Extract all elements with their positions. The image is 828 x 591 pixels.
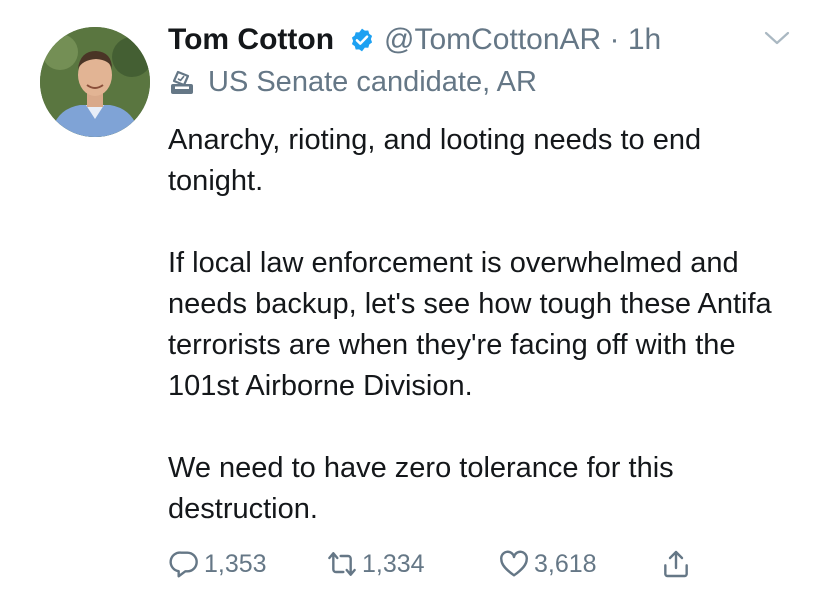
reply-button[interactable]: 1,353 xyxy=(168,544,267,584)
tweet-paragraph: If local law enforcement is overwhelmed … xyxy=(168,247,772,402)
tweet-actions: 1,353 1,334 3,618 xyxy=(168,544,728,584)
tweet-text: Anarchy, rioting, and looting needs to e… xyxy=(168,120,798,530)
retweet-icon xyxy=(328,552,356,576)
heart-icon xyxy=(500,550,528,577)
tweet-paragraph: Anarchy, rioting, and looting needs to e… xyxy=(168,124,702,197)
tweet-header: Tom Cotton @TomCottonAR · 1h xyxy=(168,20,790,60)
retweet-button[interactable]: 1,334 xyxy=(326,544,425,584)
chevron-down-icon[interactable] xyxy=(762,26,792,50)
avatar[interactable] xyxy=(40,27,150,137)
share-button[interactable] xyxy=(660,544,692,584)
label-text: US Senate candidate, AR xyxy=(208,66,537,98)
author-name[interactable]: Tom Cotton xyxy=(168,20,334,60)
reply-icon xyxy=(169,551,198,578)
reply-count: 1,353 xyxy=(204,549,267,578)
avatar-photo xyxy=(40,27,150,137)
ballot-box-icon xyxy=(171,70,193,94)
retweet-count: 1,334 xyxy=(362,549,425,578)
share-icon xyxy=(664,550,688,578)
author-handle-time[interactable]: @TomCottonAR · 1h xyxy=(384,20,661,60)
verified-badge-icon xyxy=(351,28,373,52)
like-button[interactable]: 3,618 xyxy=(498,544,597,584)
tweet-paragraph: We need to have zero tolerance for this … xyxy=(168,452,674,525)
like-count: 3,618 xyxy=(534,549,597,578)
tweet-card[interactable]: Tom Cotton @TomCottonAR · 1h US Senate c… xyxy=(0,0,828,591)
